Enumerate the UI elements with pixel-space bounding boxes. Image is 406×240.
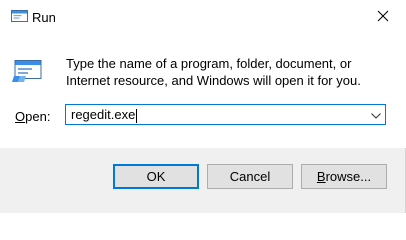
browse-button[interactable]: Browse...: [301, 164, 387, 189]
open-label-rest: pen:: [25, 109, 51, 124]
close-icon: [377, 10, 389, 25]
browse-button-label: rowse...: [325, 169, 372, 184]
dropdown-button[interactable]: [366, 105, 385, 124]
text-caret: [136, 108, 138, 123]
cancel-button[interactable]: Cancel: [207, 164, 293, 189]
dialog-description: Type the name of a program, folder, docu…: [66, 56, 361, 88]
open-input[interactable]: regedit.exe: [71, 107, 138, 123]
run-dialog: Run Type the name of a program, folder, …: [0, 0, 406, 213]
open-input-value: regedit.exe: [71, 107, 136, 122]
title-bar[interactable]: Run: [0, 0, 406, 34]
cancel-button-label: Cancel: [229, 169, 271, 184]
open-label: Open:: [15, 109, 50, 124]
close-button[interactable]: [360, 0, 406, 34]
open-combobox[interactable]: regedit.exe: [65, 104, 386, 125]
open-label-accel: O: [15, 109, 26, 124]
browse-button-accel: B: [316, 169, 326, 184]
window-title: Run: [32, 10, 56, 25]
run-app-icon: [11, 10, 28, 22]
dialog-body: [0, 34, 406, 158]
ok-button-label: OK: [146, 169, 166, 184]
run-large-icon: [12, 59, 44, 83]
chevron-down-icon: [370, 107, 381, 122]
ok-button[interactable]: OK: [113, 164, 199, 189]
